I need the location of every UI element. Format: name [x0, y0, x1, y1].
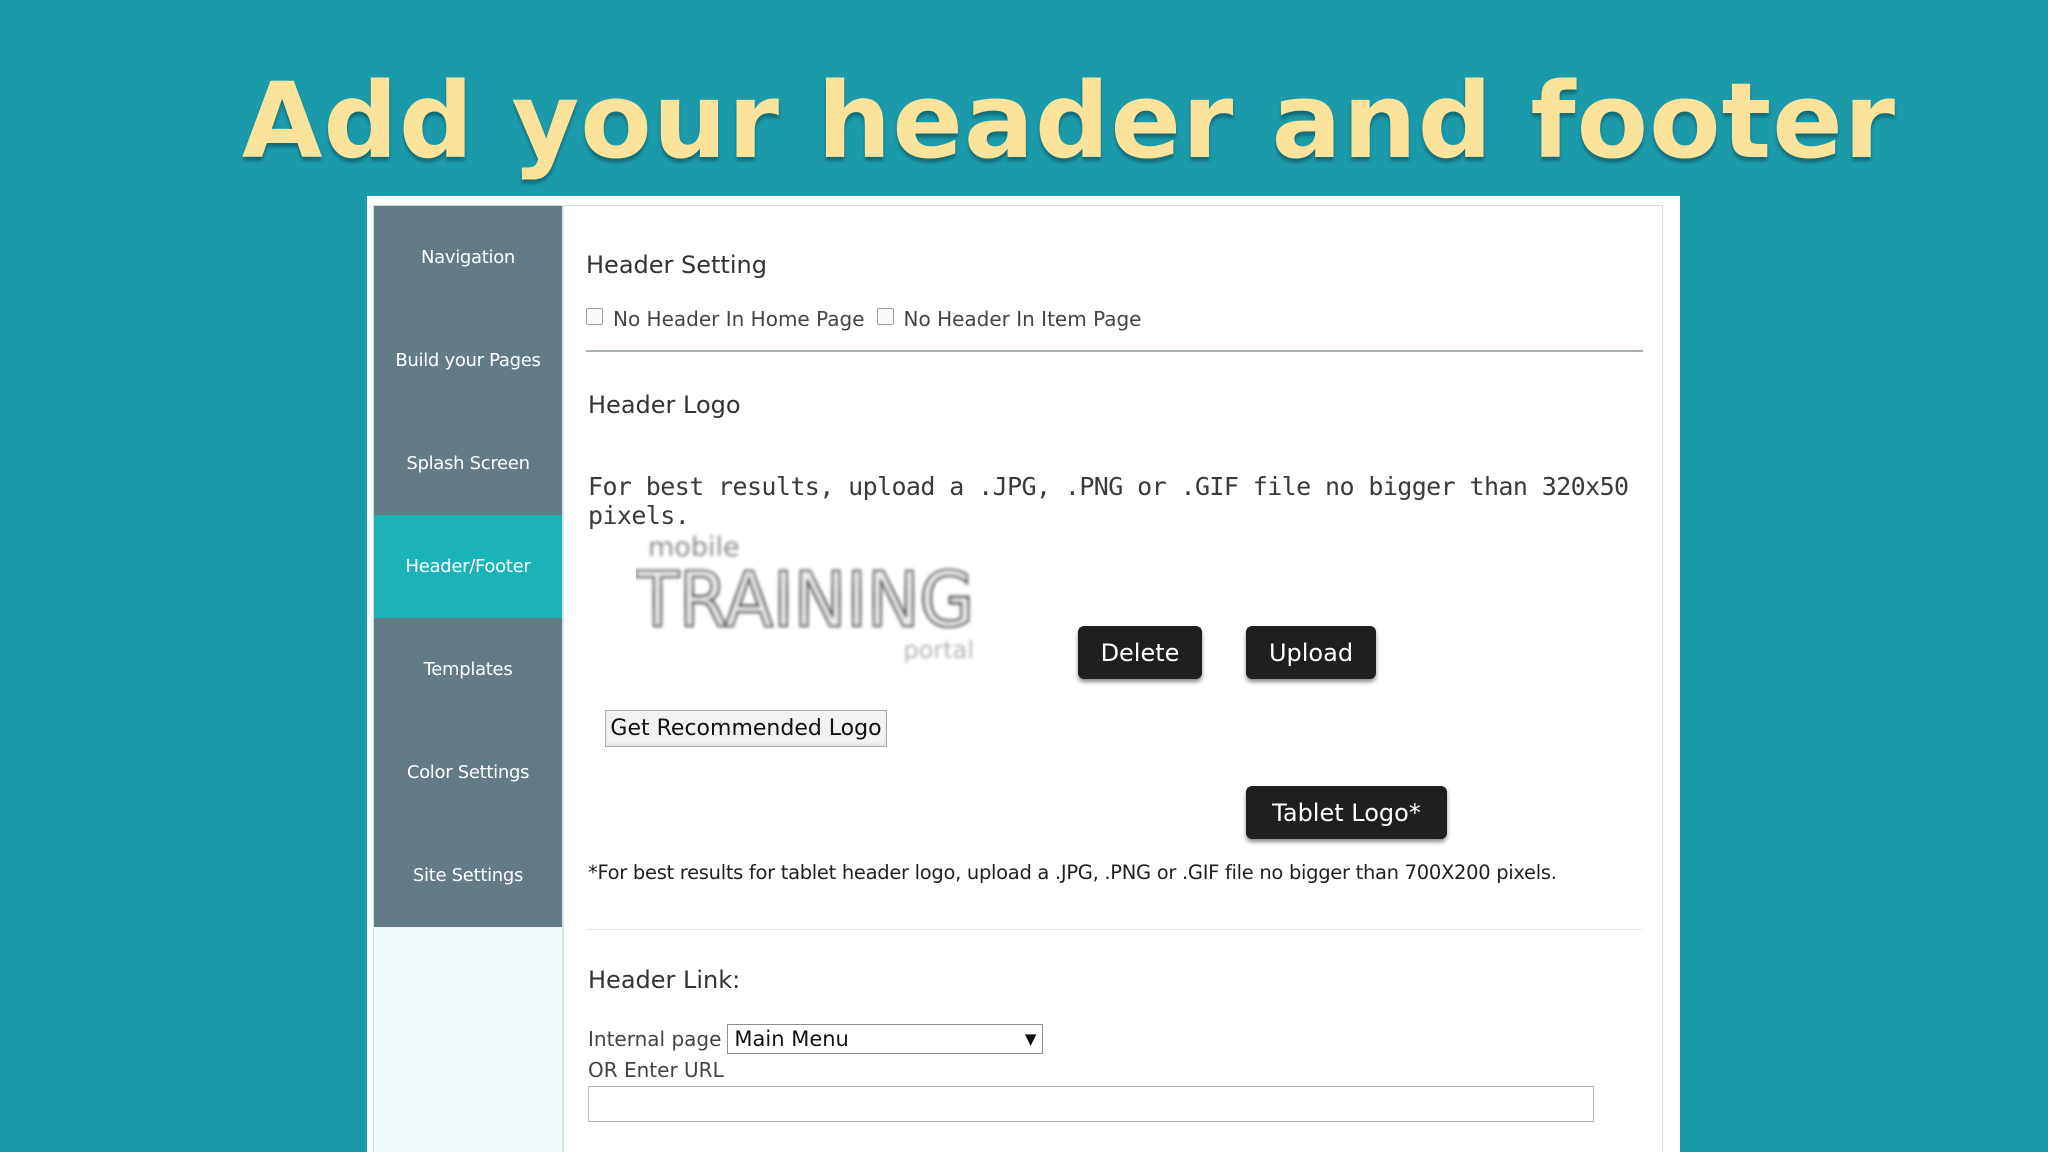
logo-size-hint: For best results, upload a .JPG, .PNG or…: [588, 472, 1629, 530]
no-header-item-checkbox[interactable]: [876, 307, 894, 325]
internal-page-row: Internal page Main Menu ▼: [588, 1024, 1044, 1054]
sidebar-item-site-settings[interactable]: Site Settings: [374, 824, 562, 927]
sidebar-item-navigation[interactable]: Navigation: [374, 206, 562, 309]
delete-logo-button[interactable]: Delete: [1078, 626, 1202, 679]
tablet-logo-button[interactable]: Tablet Logo*: [1246, 786, 1447, 839]
sidebar-item-header-footer[interactable]: Header/Footer: [374, 515, 562, 618]
sidebar-item-splash-screen[interactable]: Splash Screen: [374, 412, 562, 515]
sidebar-item-color-settings[interactable]: Color Settings: [374, 721, 562, 824]
sidebar-nav: Navigation Build your Pages Splash Scree…: [374, 206, 562, 927]
tablet-logo-note: *For best results for tablet header logo…: [588, 861, 1557, 884]
internal-page-select[interactable]: Main Menu ▼: [727, 1024, 1044, 1054]
sidebar: Navigation Build your Pages Splash Scree…: [374, 206, 564, 1152]
url-input[interactable]: [588, 1086, 1594, 1122]
get-recommended-logo-button[interactable]: Get Recommended Logo: [605, 710, 887, 747]
upload-logo-button[interactable]: Upload: [1246, 626, 1376, 679]
url-label: OR Enter URL: [588, 1058, 724, 1082]
svg-text:TRAINING: TRAINING: [636, 555, 974, 644]
header-link-title: Header Link:: [588, 966, 741, 994]
settings-panel: Navigation Build your Pages Splash Scree…: [373, 205, 1663, 1152]
sidebar-item-templates[interactable]: Templates: [374, 618, 562, 721]
app-screenshot-frame: Navigation Build your Pages Splash Scree…: [367, 196, 1680, 1152]
internal-page-selected-value: Main Menu: [734, 1027, 849, 1051]
dropdown-arrow-icon: ▼: [1024, 1030, 1037, 1048]
header-setting-title: Header Setting: [586, 251, 767, 279]
content-area: Header Setting No Header In Home Page No…: [586, 206, 1643, 1152]
internal-page-label: Internal page: [588, 1027, 722, 1051]
svg-text:portal: portal: [903, 636, 974, 664]
slide-title: Add your header and footer: [241, 60, 1897, 182]
sidebar-item-build-your-pages[interactable]: Build your Pages: [374, 309, 562, 412]
no-header-home-checkbox[interactable]: [586, 307, 603, 325]
divider: [586, 350, 1643, 352]
current-logo-image: mobile TRAINING portal: [634, 526, 981, 666]
no-header-home-label: No Header In Home Page: [613, 307, 865, 331]
header-logo-title: Header Logo: [588, 391, 741, 419]
divider: [586, 929, 1643, 930]
header-setting-options: No Header In Home Page No Header In Item…: [586, 307, 1153, 331]
no-header-item-label: No Header In Item Page: [903, 307, 1142, 331]
